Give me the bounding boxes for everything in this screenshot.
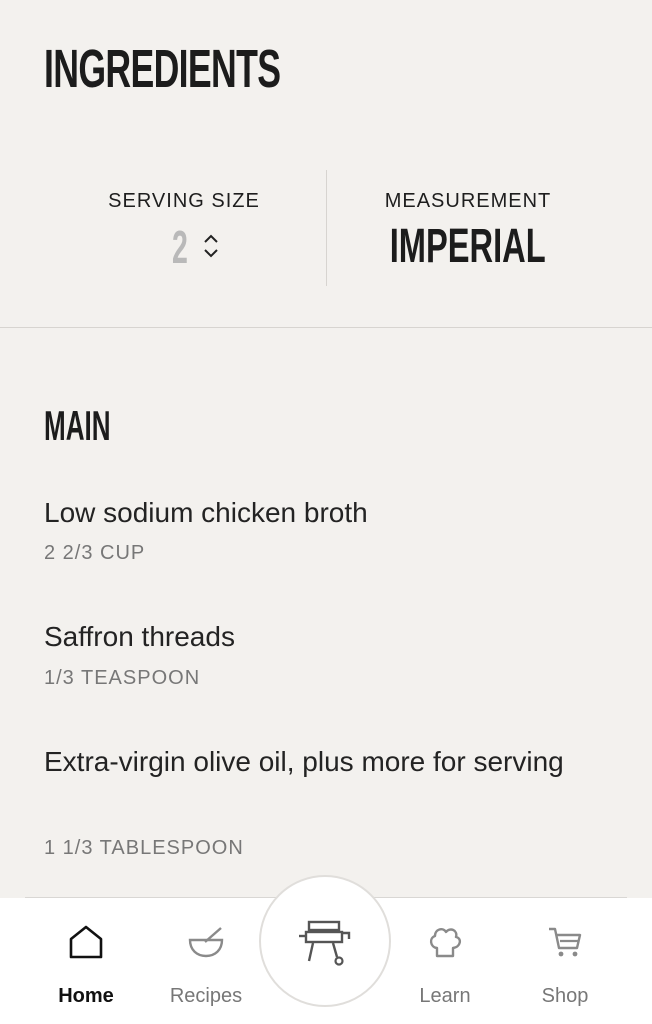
chevron-up-down-icon[interactable] [202,231,220,261]
tab-learn[interactable]: Learn [385,898,505,1024]
grill-button[interactable] [259,875,391,1007]
chef-hat-icon [429,928,461,958]
page-title: INGREDIENTS [44,39,281,99]
measurement-control[interactable]: MEASUREMENT IMPERIAL [326,160,610,273]
ingredient-quantity: 1 1/3 TABLESPOON [44,837,244,859]
section-divider [0,327,652,328]
home-icon [69,925,103,959]
tab-home-label: Home [58,985,114,1007]
ingredient-quantity: 2 2/3 CUP [44,542,146,564]
recipe-settings: SERVING SIZE 2 MEASUREMENT IMPERIAL [0,160,652,296]
tab-home[interactable]: Home [26,898,146,1024]
cart-icon [549,927,582,957]
serving-size-value: 2 [172,221,188,273]
tab-recipes-label: Recipes [169,985,243,1007]
tab-recipes[interactable]: Recipes [146,898,266,1024]
section-title: MAIN [44,402,111,449]
tab-shop-label: Shop [541,985,589,1007]
bowl-icon [188,927,224,958]
tab-learn-label: Learn [419,985,471,1007]
tab-shop[interactable]: Shop [505,898,625,1024]
serving-size-control[interactable]: SERVING SIZE 2 [42,160,326,273]
ingredient-quantity: 1/3 TEASPOON [44,667,201,689]
measurement-value: IMPERIAL [390,220,546,273]
ingredient-name: Extra-virgin olive oil, plus more for se… [44,746,564,777]
grill-icon [299,920,351,966]
measurement-label: MEASUREMENT [384,190,552,212]
serving-size-label: SERVING SIZE [108,190,260,212]
ingredient-name: Saffron threads [44,621,235,652]
ingredient-name: Low sodium chicken broth [44,497,368,528]
